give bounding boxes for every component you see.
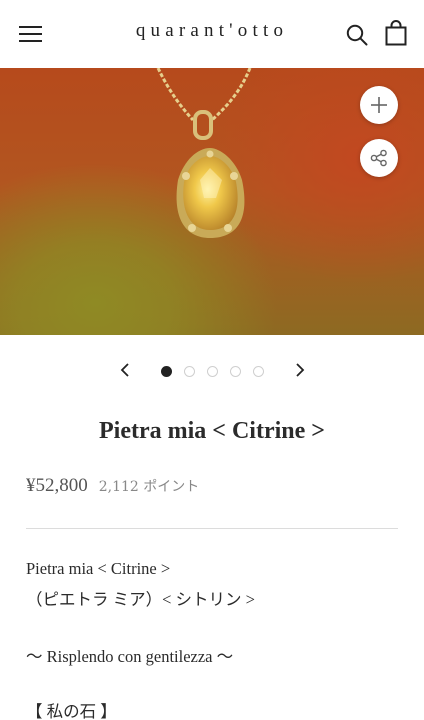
product-title: Pietra mia < Citrine > bbox=[99, 418, 325, 444]
share-icon bbox=[370, 149, 387, 167]
description-line: （ピエトラ ミア）< シトリン > bbox=[26, 590, 255, 609]
search-icon[interactable] bbox=[346, 24, 368, 46]
description-line: 〜 Risplendo con gentilezza 〜 bbox=[26, 647, 234, 666]
zoom-button[interactable] bbox=[360, 86, 398, 124]
divider bbox=[26, 528, 398, 529]
share-button[interactable] bbox=[360, 139, 398, 177]
description-line: 【 私の石 】 bbox=[26, 702, 117, 720]
description-line: Pietra mia < Citrine > bbox=[26, 559, 171, 578]
carousel-dot-5[interactable] bbox=[253, 366, 264, 377]
chevron-left-icon[interactable] bbox=[118, 361, 134, 379]
brand-logo[interactable]: quarant'otto bbox=[110, 20, 314, 42]
price-row: ¥52,800 2,112 ポイント bbox=[26, 475, 199, 501]
product-price: ¥52,800 bbox=[26, 475, 88, 496]
hamburger-menu-icon[interactable] bbox=[19, 24, 42, 42]
carousel-dot-3[interactable] bbox=[207, 366, 218, 377]
carousel-dot-1[interactable] bbox=[161, 366, 172, 377]
carousel-dot-4[interactable] bbox=[230, 366, 241, 377]
shopping-bag-icon[interactable] bbox=[385, 20, 407, 46]
carousel-dot-2[interactable] bbox=[184, 366, 195, 377]
header: quarant'otto bbox=[0, 0, 424, 68]
image-carousel-nav bbox=[0, 356, 424, 386]
reward-points: 2,112 ポイント bbox=[98, 479, 200, 495]
product-image[interactable] bbox=[0, 68, 424, 335]
chevron-right-icon[interactable] bbox=[291, 361, 307, 379]
plus-icon bbox=[371, 97, 387, 113]
